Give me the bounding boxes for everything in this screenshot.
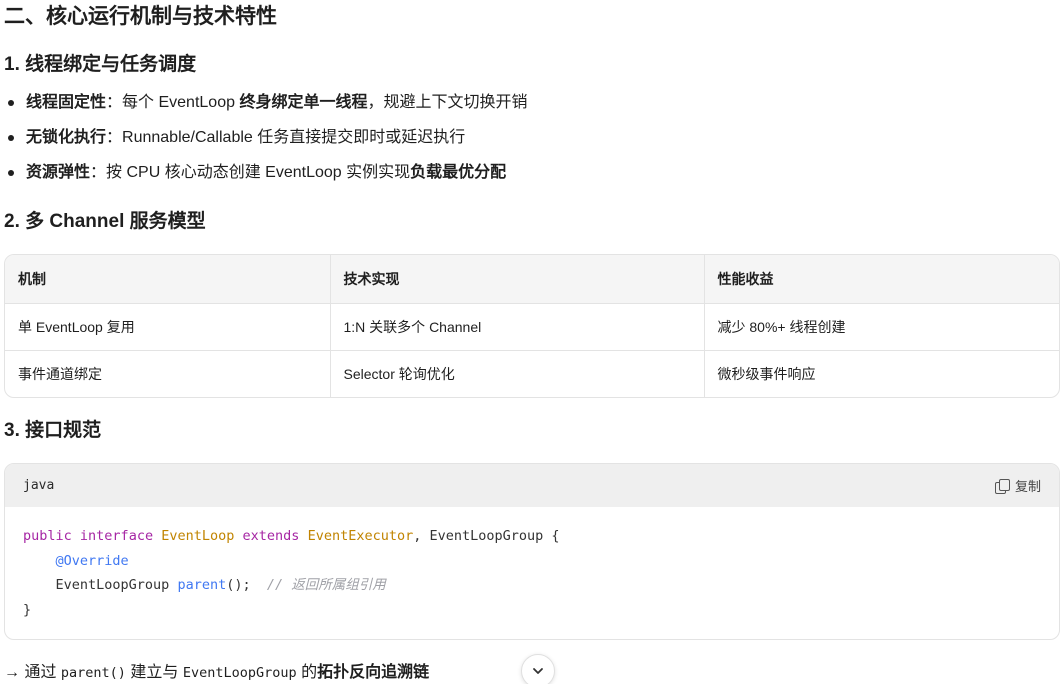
table-cell: 单 EventLoop 复用 [5, 303, 331, 350]
copy-icon [994, 478, 1010, 494]
chevron-down-icon [533, 668, 543, 674]
table-header-row: 机制 技术实现 性能收益 [5, 255, 1059, 303]
copy-label: 复制 [1014, 479, 1041, 494]
mechanism-table: 机制 技术实现 性能收益 单 EventLoop 复用 1:N 关联多个 Cha… [4, 254, 1060, 398]
table-row: 事件通道绑定 Selector 轮询优化 微秒级事件响应 [5, 350, 1059, 397]
bullet-term: 无锁化执行 [26, 129, 107, 146]
bullet-emphasis: 负载最优分配 [410, 164, 507, 181]
bullet-text: 按 CPU 核心动态创建 EventLoop 实例实现 [106, 164, 411, 181]
code-comment: // 返回所属组引用 [266, 577, 386, 593]
table-row: 单 EventLoop 复用 1:N 关联多个 Channel 减少 80%+ … [5, 303, 1059, 350]
table-cell: 减少 80%+ 线程创建 [717, 318, 846, 335]
code-block: java 复制 public interface EventLoop exten… [4, 463, 1060, 640]
bullet-sep: ： [90, 164, 107, 181]
table-cell: Selector 轮询优化 [330, 350, 705, 397]
summary-text: 的 [296, 664, 318, 681]
bullet-text: 每个 EventLoop [122, 94, 240, 111]
code-token: extends [242, 528, 300, 544]
list-item: 线程固定性：每个 EventLoop 终身绑定单一线程，规避上下文切换开销 [4, 91, 527, 126]
code-token: parent [177, 577, 227, 593]
code-token: interface [79, 528, 154, 544]
subsection-title-3: 3. 接口规范 [4, 420, 102, 441]
code-token: EventLoop [161, 528, 235, 544]
code-token: , EventLoopGroup { [413, 528, 560, 544]
summary-text: → 通过 [4, 664, 61, 681]
summary-emphasis: 拓扑反向追溯链 [317, 664, 430, 681]
bullet-term: 资源弹性 [26, 164, 91, 181]
code-token: } [23, 601, 32, 618]
table-cell: 微秒级事件响应 [717, 365, 816, 382]
code-content: public interface EventLoop extends Event… [5, 507, 1059, 622]
table-cell: 1:N 关联多个 Channel [330, 303, 705, 350]
bullet-dot [8, 135, 14, 141]
table-header-cell: 性能收益 [717, 270, 774, 287]
subsection-title-2: 2. 多 Channel 服务模型 [4, 211, 206, 232]
code-token: public [23, 528, 72, 544]
code-token: (); [226, 577, 251, 593]
section-title: 二、核心运行机制与技术特性 [4, 5, 277, 28]
inline-code: parent() [60, 665, 126, 681]
bullet-dot [8, 170, 14, 176]
bullet-list: 线程固定性：每个 EventLoop 终身绑定单一线程，规避上下文切换开销 无锁… [4, 91, 527, 196]
inline-code: EventLoopGroup [182, 665, 297, 681]
code-block-header: java 复制 [5, 464, 1059, 507]
subsection-title-1: 1. 线程绑定与任务调度 [4, 54, 197, 75]
bullet-term: 线程固定性 [26, 94, 107, 111]
list-item: 资源弹性：按 CPU 核心动态创建 EventLoop 实例实现负载最优分配 [4, 161, 527, 196]
copy-button[interactable]: 复制 [994, 476, 1041, 495]
bullet-emphasis: 终身绑定单一线程 [239, 94, 368, 111]
table-cell: 事件通道绑定 [5, 350, 331, 397]
bullet-sep: ： [106, 94, 123, 111]
bullet-text: Runnable/Callable 任务直接提交即时或延迟执行 [122, 129, 466, 146]
code-language-label: java [23, 478, 55, 493]
summary-text: 建立与 [125, 664, 183, 681]
code-token: @Override [55, 552, 129, 569]
code-token: EventLoopGroup [55, 577, 178, 593]
code-token: EventExecutor [307, 528, 414, 544]
bullet-sep: ： [106, 129, 123, 146]
bullet-text: ，规避上下文切换开销 [367, 94, 528, 111]
list-item: 无锁化执行：Runnable/Callable 任务直接提交即时或延迟执行 [4, 126, 527, 161]
table-header-cell: 技术实现 [330, 255, 705, 303]
scroll-down-button[interactable] [521, 654, 555, 684]
bullet-dot [8, 100, 14, 106]
table-header-cell: 机制 [5, 255, 331, 303]
summary-line: → 通过 parent() 建立与 EventLoopGroup 的拓扑反向追溯… [4, 661, 429, 684]
